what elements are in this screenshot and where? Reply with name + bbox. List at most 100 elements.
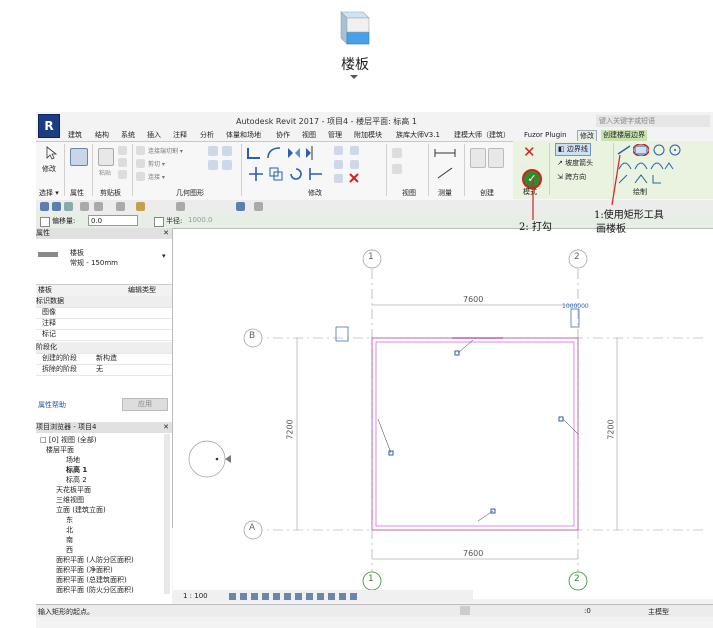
tab-manage[interactable]: 管理 — [328, 130, 342, 141]
delete-icon[interactable] — [348, 172, 360, 184]
select-group-label[interactable]: 选择 ▾ — [39, 188, 59, 198]
radius-input[interactable]: 1000.0 — [188, 216, 213, 224]
tree-item[interactable]: 面积平面 (总建筑面积) — [56, 575, 127, 585]
finish-edit-mode-icon[interactable]: ✓ — [522, 169, 542, 189]
tree-item[interactable]: 南 — [66, 535, 73, 545]
sync-icon[interactable] — [64, 202, 73, 211]
browser-scrollbar[interactable] — [164, 434, 170, 594]
tree-item[interactable]: 面积平面 (防火分区面积) — [56, 585, 134, 595]
tree-item[interactable]: 场地 — [66, 455, 80, 465]
create-similar-icon[interactable] — [470, 148, 486, 168]
span-direction-button[interactable]: ⇲ 跨方向 — [557, 172, 586, 182]
split-face-icon[interactable] — [222, 146, 232, 156]
tab-insert[interactable]: 插入 — [147, 130, 161, 141]
tab-analyze[interactable]: 分析 — [200, 130, 214, 141]
grid-bubble-a[interactable]: A — [249, 523, 255, 533]
cut-geometry-button[interactable]: 剪切 ▾ — [148, 159, 165, 168]
close-icon[interactable]: ✕ — [163, 228, 169, 239]
grid-bubble-2-top[interactable]: 2 — [574, 252, 580, 262]
close-icon[interactable]: ✕ — [163, 422, 169, 433]
measure-icon[interactable] — [434, 148, 456, 158]
tab-systems[interactable]: 系统 — [121, 130, 135, 141]
dimension-right[interactable]: 7200 — [607, 419, 616, 439]
print-icon[interactable] — [116, 202, 125, 211]
model-readout[interactable]: 主模型 — [648, 607, 669, 617]
tab-collaborate[interactable]: 协作 — [276, 130, 290, 141]
edit-type-button[interactable]: 编辑类型 — [128, 285, 156, 296]
tree-item[interactable]: 面积平面 (人防分区面积) — [56, 555, 134, 565]
join-button[interactable]: 连接 ▾ — [148, 172, 165, 181]
workset-icon[interactable] — [460, 606, 470, 615]
cut-icon[interactable] — [118, 146, 127, 155]
trim-icon[interactable] — [308, 166, 324, 182]
tab-fuzor[interactable]: Fuzor Plugin — [524, 130, 567, 141]
tab-create-floor-boundary[interactable]: 创建楼层边界 — [601, 130, 647, 141]
view-scale[interactable]: 1 : 100 — [183, 592, 208, 600]
switch-windows-icon[interactable] — [254, 202, 263, 211]
apply-button[interactable]: 应用 — [122, 398, 168, 411]
properties-icon[interactable] — [70, 148, 88, 166]
save-icon[interactable] — [52, 202, 61, 211]
modify-tool-label[interactable]: 修改 — [42, 164, 56, 174]
properties-help-link[interactable]: 属性帮助 — [38, 400, 66, 410]
tab-modeling-master[interactable]: 建模大师（建筑） — [454, 130, 510, 141]
wall-joins-icon[interactable] — [208, 146, 218, 156]
rotate-icon[interactable] — [288, 166, 304, 182]
prop-row[interactable]: 标记 — [36, 329, 172, 341]
pick-lines-icons[interactable] — [617, 173, 677, 185]
hide-element-icon[interactable] — [392, 148, 402, 158]
rectangle-draw-icon[interactable] — [633, 144, 649, 156]
cursor-arrow-icon[interactable] — [46, 146, 58, 160]
view-control-icons[interactable] — [229, 592, 369, 601]
drawing-canvas[interactable]: 1 2 1 2 B A 7600 7600 7200 7200 1000000 — [173, 229, 713, 599]
paint-icon[interactable] — [208, 160, 218, 170]
mirror-axis-icon[interactable] — [286, 146, 302, 160]
level-tag[interactable]: 1000000 — [562, 303, 589, 310]
radius-checkbox[interactable] — [154, 217, 164, 227]
dimension-icon[interactable] — [436, 166, 454, 180]
copy-element-icon[interactable] — [268, 166, 284, 182]
type-selector-chevron-icon[interactable]: ▾ — [162, 252, 166, 260]
boundary-line-button[interactable]: ◧ 边界线 — [555, 143, 591, 156]
tab-structure[interactable]: 结构 — [95, 130, 109, 141]
chain-checkbox[interactable] — [40, 217, 50, 227]
tree-item[interactable]: 楼层平面 — [46, 445, 74, 455]
tree-item-active[interactable]: 标高 1 — [66, 465, 87, 475]
line-draw-icon[interactable] — [617, 145, 631, 155]
tab-view[interactable]: 视图 — [302, 130, 316, 141]
copy-icon[interactable] — [118, 158, 127, 167]
offset-icon[interactable] — [266, 146, 282, 160]
override-graphics-icon[interactable] — [392, 164, 402, 174]
search-input[interactable]: 键入关键字或短语 — [596, 115, 710, 127]
align-icon[interactable] — [246, 146, 262, 160]
move-icon[interactable] — [248, 166, 264, 182]
tree-item[interactable]: 三维视图 — [56, 495, 84, 505]
tree-item[interactable]: □ [0] 视图 (全部) — [40, 435, 97, 445]
create-group-icon[interactable] — [488, 148, 504, 168]
open-icon[interactable] — [40, 202, 49, 211]
arc-draw-icons[interactable] — [617, 159, 677, 171]
unpin-icon[interactable] — [334, 174, 343, 183]
tree-item[interactable]: 天花板平面 — [56, 485, 91, 495]
dimension-top[interactable]: 7600 — [463, 295, 483, 304]
tree-item[interactable]: 东 — [66, 515, 73, 525]
tab-annotate[interactable]: 注释 — [173, 130, 187, 141]
tree-item[interactable]: 西 — [66, 545, 73, 555]
mirror-draw-icon[interactable] — [304, 146, 320, 160]
slope-arrow-button[interactable]: ↗ 坡度箭头 — [557, 158, 593, 168]
pin-icon[interactable] — [350, 160, 359, 169]
grid-bubble-1-bottom[interactable]: 1 — [368, 574, 374, 584]
redo-icon[interactable] — [94, 202, 103, 211]
cancel-edit-mode-icon[interactable]: ✕ — [523, 143, 536, 161]
tab-family-library[interactable]: 族库大师V3.1 — [396, 130, 440, 141]
grid-bubble-2-bottom[interactable]: 2 — [574, 574, 580, 584]
text-icon[interactable] — [176, 202, 185, 211]
scale-icon[interactable] — [334, 160, 343, 169]
demolish-icon[interactable] — [222, 160, 232, 170]
floor-dropdown-caret-icon[interactable] — [350, 75, 358, 79]
tab-architecture[interactable]: 建筑 — [68, 130, 82, 141]
tree-item[interactable]: 立面 (建筑立面) — [56, 505, 106, 515]
cope-button[interactable]: 连接端切割 ▾ — [148, 146, 183, 155]
tab-massing[interactable]: 体量和场地 — [226, 130, 261, 141]
split-icon[interactable] — [334, 146, 343, 155]
